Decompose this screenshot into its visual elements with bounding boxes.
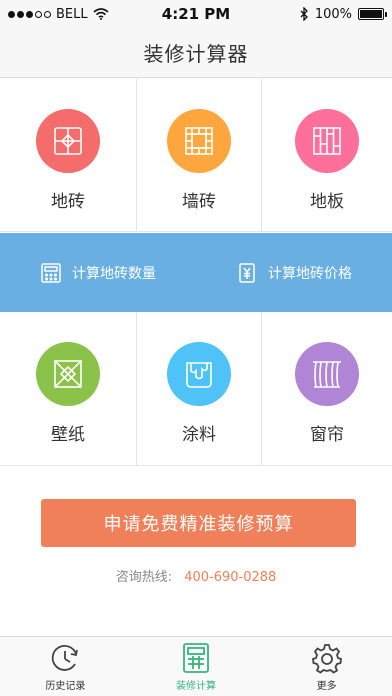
history-clock-icon <box>47 641 83 675</box>
paint-bucket-icon <box>167 342 231 406</box>
floor-tile-icon <box>36 109 100 173</box>
signal-strength-icon <box>8 10 51 18</box>
gear-icon <box>309 641 345 675</box>
status-bar: BELL 4:21 PM 100% <box>0 0 392 28</box>
category-label: 窗帘 <box>310 425 344 445</box>
category-floor-tile[interactable]: 地砖 <box>0 79 137 231</box>
category-grid-bottom: 壁纸 涂料 窗帘 <box>0 312 392 466</box>
category-grid-top: 地砖 墙砖 地板 <box>0 79 392 232</box>
tab-label: 装修计算 <box>175 681 216 692</box>
battery-icon <box>358 8 387 20</box>
calculator-icon <box>40 262 62 284</box>
category-wood-floor[interactable]: 地板 <box>262 79 392 231</box>
page-title: 装修计算器 <box>143 42 249 66</box>
hotline: 咨询热线: 400-690-0288 <box>0 566 392 585</box>
calculator-tab-icon <box>178 641 214 675</box>
category-wallpaper[interactable]: 壁纸 <box>0 312 137 465</box>
carrier-name: BELL <box>56 6 88 22</box>
curtain-icon <box>295 342 359 406</box>
wifi-icon <box>93 8 109 20</box>
calc-tile-price-button[interactable]: 计算地砖价格 <box>196 262 392 284</box>
nav-bar: 装修计算器 <box>0 28 392 78</box>
status-left: BELL <box>8 7 109 22</box>
hotline-phone-link[interactable]: 400-690-0288 <box>184 570 276 585</box>
yen-icon <box>236 262 258 284</box>
status-right: 100% <box>300 6 387 22</box>
wood-floor-icon <box>295 109 359 173</box>
bluetooth-icon <box>300 7 308 21</box>
calc-tile-quantity-button[interactable]: 计算地砖数量 <box>0 262 196 284</box>
category-wall-tile[interactable]: 墙砖 <box>137 79 262 231</box>
calculator-band: 计算地砖数量 计算地砖价格 <box>0 233 392 312</box>
tab-label: 更多 <box>316 681 337 692</box>
tab-history[interactable]: 历史记录 <box>0 637 131 696</box>
category-label: 地板 <box>310 192 344 212</box>
category-label: 墙砖 <box>182 192 216 212</box>
wall-tile-icon <box>167 109 231 173</box>
tab-label: 历史记录 <box>45 681 86 692</box>
hotline-label: 咨询热线: <box>115 570 173 585</box>
calc-price-label: 计算地砖价格 <box>268 265 352 282</box>
category-paint[interactable]: 涂料 <box>137 312 262 465</box>
wallpaper-icon <box>36 342 100 406</box>
category-label: 涂料 <box>182 425 216 445</box>
category-curtain[interactable]: 窗帘 <box>262 312 392 465</box>
category-label: 壁纸 <box>51 425 85 445</box>
calc-quantity-label: 计算地砖数量 <box>72 265 156 282</box>
category-label: 地砖 <box>51 192 85 212</box>
battery-percent: 100% <box>314 6 352 22</box>
apply-free-budget-button[interactable]: 申请免费精准装修预算 <box>41 499 356 547</box>
tab-more[interactable]: 更多 <box>261 637 392 696</box>
tab-calculator[interactable]: 装修计算 <box>131 637 262 696</box>
tab-bar: 历史记录 装修计算 更多 <box>0 636 392 696</box>
